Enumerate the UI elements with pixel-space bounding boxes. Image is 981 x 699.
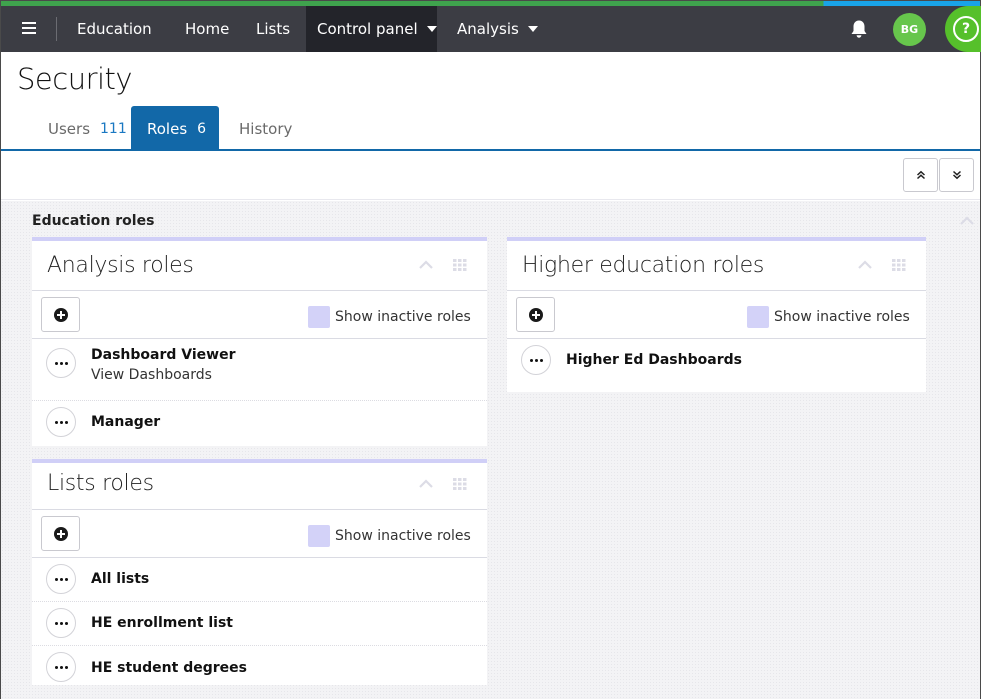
tab-roles-label: Roles bbox=[147, 119, 188, 138]
role-actions-button[interactable] bbox=[46, 407, 76, 437]
role-name[interactable]: Manager bbox=[91, 414, 160, 430]
double-chevron-up-icon bbox=[916, 170, 925, 180]
nav-item-home-label: Home bbox=[185, 20, 230, 38]
caret-down-icon bbox=[426, 26, 437, 32]
tab-history[interactable]: History bbox=[239, 106, 292, 151]
panel-lists-roles: Lists roles Show inactive roles All list… bbox=[32, 459, 487, 685]
tab-users[interactable]: Users 111 bbox=[48, 106, 127, 151]
tab-roles[interactable]: Roles 6 bbox=[131, 106, 219, 151]
drag-grid-icon[interactable] bbox=[892, 259, 906, 271]
role-row: Dashboard Viewer View Dashboards bbox=[32, 339, 487, 401]
panel-toolbar: Show inactive roles bbox=[507, 291, 926, 339]
nav-item-analysis[interactable]: Analysis bbox=[457, 6, 538, 52]
panel-title: Analysis roles bbox=[47, 253, 194, 278]
top-navigation-bar: Education Home Lists Control panel Analy… bbox=[1, 1, 981, 52]
panel-header: Lists roles bbox=[32, 463, 487, 510]
show-inactive-roles-toggle[interactable]: Show inactive roles bbox=[308, 306, 471, 328]
page-header: Security Users 111 Roles 6 History bbox=[1, 52, 980, 200]
nav-item-control-panel-label: Control panel bbox=[317, 20, 418, 38]
role-name[interactable]: Higher Ed Dashboards bbox=[566, 352, 742, 368]
panel-header: Analysis roles bbox=[32, 241, 487, 291]
more-horizontal-icon bbox=[54, 361, 68, 365]
role-row: Manager bbox=[32, 401, 487, 445]
plus-circle-icon bbox=[53, 526, 68, 541]
nav-item-control-panel[interactable]: Control panel bbox=[306, 6, 437, 52]
role-actions-button[interactable] bbox=[46, 564, 76, 594]
user-avatar-initials: BG bbox=[900, 23, 919, 36]
role-name[interactable]: Dashboard Viewer bbox=[91, 347, 235, 363]
panel-toolbar: Show inactive roles bbox=[32, 291, 487, 339]
panel-collapse-chevron-icon[interactable] bbox=[418, 478, 434, 490]
role-actions-button[interactable] bbox=[46, 608, 76, 638]
role-name[interactable]: HE enrollment list bbox=[91, 615, 233, 631]
nav-item-lists-label: Lists bbox=[256, 20, 291, 38]
user-avatar[interactable]: BG bbox=[893, 13, 926, 46]
help-icon: ? bbox=[953, 16, 979, 42]
app-name-link[interactable]: Education bbox=[77, 6, 152, 52]
role-row: HE student degrees bbox=[32, 646, 487, 688]
more-horizontal-icon bbox=[54, 577, 68, 581]
nav-item-home[interactable]: Home bbox=[185, 6, 229, 52]
plus-circle-icon bbox=[53, 307, 68, 322]
panel-collapse-chevron-icon[interactable] bbox=[418, 259, 434, 271]
nav-divider bbox=[56, 17, 57, 41]
panel-collapse-chevron-icon[interactable] bbox=[857, 259, 873, 271]
role-name[interactable]: All lists bbox=[91, 571, 149, 587]
role-actions-button[interactable] bbox=[46, 652, 76, 682]
role-name[interactable]: HE student degrees bbox=[91, 660, 247, 676]
more-horizontal-icon bbox=[529, 358, 543, 362]
tab-history-label: History bbox=[239, 119, 293, 138]
more-horizontal-icon bbox=[54, 665, 68, 669]
add-role-button[interactable] bbox=[516, 297, 555, 332]
section-title: Education roles bbox=[32, 213, 155, 229]
nav-item-analysis-label: Analysis bbox=[457, 20, 519, 38]
panel-analysis-roles: Analysis roles Show inactive roles Dashb… bbox=[32, 237, 487, 446]
caret-down-icon bbox=[527, 26, 538, 32]
help-button[interactable]: ? bbox=[945, 6, 981, 52]
tab-users-count: 111 bbox=[100, 120, 127, 137]
collapse-all-button[interactable] bbox=[903, 158, 938, 192]
more-horizontal-icon bbox=[54, 621, 68, 625]
page-toolbar bbox=[1, 151, 980, 200]
panel-title: Lists roles bbox=[47, 471, 154, 496]
show-inactive-checkbox[interactable] bbox=[308, 525, 330, 547]
hamburger-menu-icon bbox=[22, 22, 36, 34]
section-collapse-chevron-icon[interactable] bbox=[959, 215, 975, 227]
panel-title: Higher education roles bbox=[522, 253, 765, 278]
show-inactive-label: Show inactive roles bbox=[335, 528, 471, 544]
help-icon-glyph: ? bbox=[961, 21, 971, 37]
nav-item-lists[interactable]: Lists bbox=[256, 6, 290, 52]
plus-circle-icon bbox=[528, 307, 543, 322]
show-inactive-label: Show inactive roles bbox=[335, 309, 471, 325]
more-horizontal-icon bbox=[54, 420, 68, 424]
panel-header: Higher education roles bbox=[507, 241, 926, 291]
main-menu-button[interactable] bbox=[15, 16, 43, 40]
role-description: View Dashboards bbox=[91, 367, 212, 383]
role-row: All lists bbox=[32, 558, 487, 602]
role-actions-button[interactable] bbox=[46, 348, 76, 378]
show-inactive-checkbox[interactable] bbox=[308, 306, 330, 328]
add-role-button[interactable] bbox=[41, 297, 80, 332]
show-inactive-label: Show inactive roles bbox=[774, 309, 910, 325]
panel-higher-education-roles: Higher education roles Show inactive rol… bbox=[507, 237, 926, 392]
drag-grid-icon[interactable] bbox=[453, 478, 467, 490]
role-actions-button[interactable] bbox=[521, 345, 551, 375]
app-name-label: Education bbox=[77, 20, 152, 38]
tab-roles-count: 6 bbox=[197, 120, 207, 137]
double-chevron-down-icon bbox=[952, 170, 961, 180]
show-inactive-roles-toggle[interactable]: Show inactive roles bbox=[308, 525, 471, 547]
show-inactive-roles-toggle[interactable]: Show inactive roles bbox=[747, 306, 910, 328]
roles-content-area: Education roles Analysis roles Show inac… bbox=[1, 201, 980, 699]
role-row: HE enrollment list bbox=[32, 602, 487, 646]
page-title: Security bbox=[17, 62, 133, 96]
expand-all-button[interactable] bbox=[939, 158, 974, 192]
tab-users-label: Users bbox=[48, 119, 91, 138]
notifications-bell-icon[interactable] bbox=[849, 19, 869, 39]
drag-grid-icon[interactable] bbox=[453, 259, 467, 271]
add-role-button[interactable] bbox=[41, 516, 80, 551]
panel-toolbar: Show inactive roles bbox=[32, 510, 487, 558]
role-row: Higher Ed Dashboards bbox=[507, 339, 926, 387]
show-inactive-checkbox[interactable] bbox=[747, 306, 769, 328]
